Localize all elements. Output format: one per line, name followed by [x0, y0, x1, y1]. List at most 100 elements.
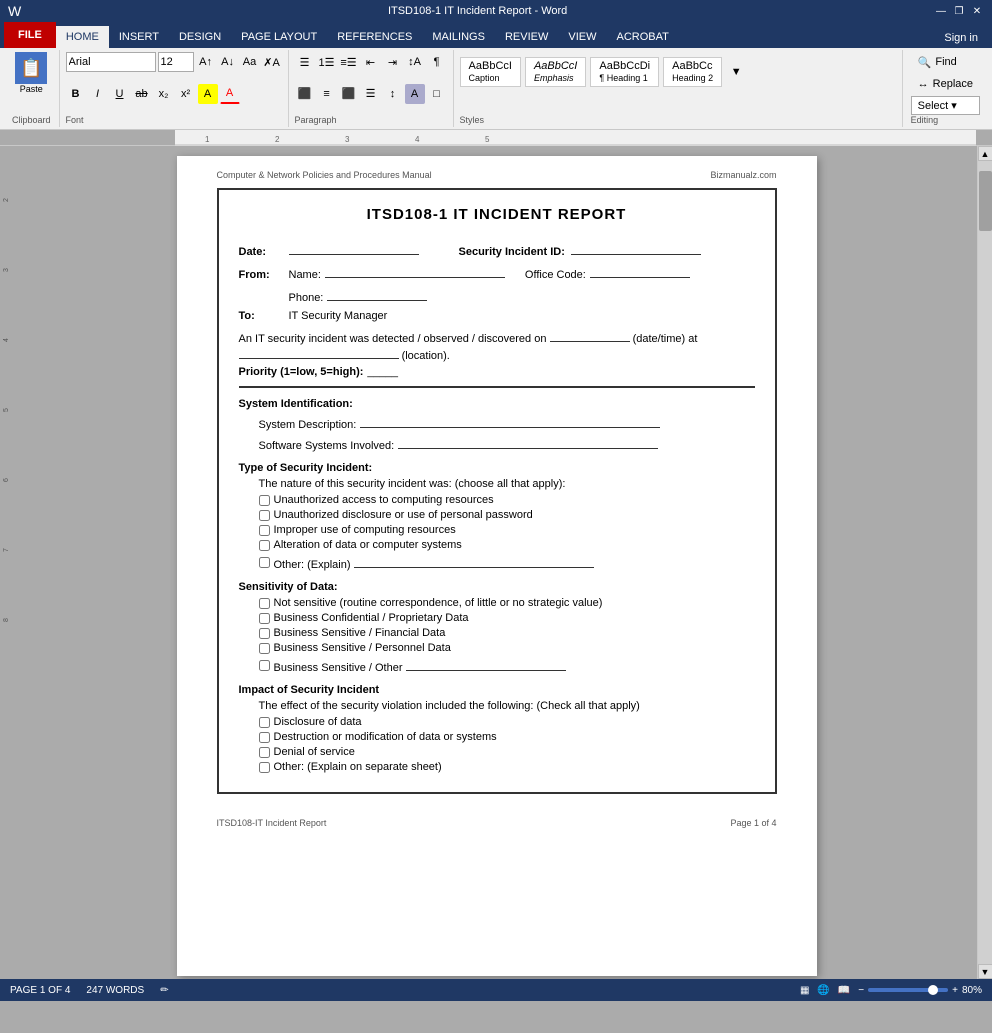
- checkbox-unauthorized-disclosure-input[interactable]: [259, 510, 270, 521]
- tab-acrobat[interactable]: ACROBAT: [606, 26, 678, 48]
- change-case-button[interactable]: Aa: [240, 52, 260, 72]
- multilevel-button[interactable]: ≡☰: [339, 52, 359, 72]
- text-highlight-button[interactable]: A: [198, 84, 218, 104]
- software-field[interactable]: [398, 435, 658, 449]
- scroll-track[interactable]: [978, 161, 992, 964]
- other-sensitive-field[interactable]: [406, 657, 566, 671]
- system-desc-field[interactable]: [360, 414, 660, 428]
- incident-date-field[interactable]: [550, 328, 630, 342]
- border-button[interactable]: □: [427, 84, 447, 104]
- security-id-field[interactable]: [571, 241, 701, 255]
- increase-indent-button[interactable]: ⇥: [383, 52, 403, 72]
- minimize-button[interactable]: —: [934, 4, 948, 18]
- checkbox-business-confidential-input[interactable]: [259, 613, 270, 624]
- strikethrough-button[interactable]: ab: [132, 84, 152, 104]
- checkbox-other-impact-input[interactable]: [259, 762, 270, 773]
- zoom-out-button[interactable]: −: [858, 985, 864, 996]
- increase-font-button[interactable]: A↑: [196, 52, 216, 72]
- close-button[interactable]: ✕: [970, 4, 984, 18]
- checkbox-alteration-input[interactable]: [259, 540, 270, 551]
- checkbox-other-sensitive-input[interactable]: [259, 660, 270, 671]
- subscript-button[interactable]: x₂: [154, 84, 174, 104]
- checkbox-disclosure-input[interactable]: [259, 717, 270, 728]
- phone-field[interactable]: [327, 287, 427, 301]
- line-spacing-button[interactable]: ↕: [383, 84, 403, 104]
- file-tab[interactable]: FILE: [4, 22, 56, 48]
- tab-design[interactable]: DESIGN: [169, 26, 231, 48]
- tab-mailings[interactable]: MAILINGS: [422, 26, 495, 48]
- to-value: IT Security Manager: [289, 310, 388, 322]
- font-name-input[interactable]: [66, 52, 156, 72]
- decrease-font-button[interactable]: A↓: [218, 52, 238, 72]
- view-web-button[interactable]: 🌐: [817, 985, 829, 996]
- superscript-button[interactable]: x²: [176, 84, 196, 104]
- checkbox-denial-input[interactable]: [259, 747, 270, 758]
- styles-more-button[interactable]: ▼: [726, 52, 746, 92]
- numbering-button[interactable]: 1☰: [317, 52, 337, 72]
- office-code-field[interactable]: [590, 264, 690, 278]
- incident-text: An IT security incident was detected / o…: [239, 328, 755, 362]
- incident-location-field[interactable]: [239, 345, 399, 359]
- tab-review[interactable]: REVIEW: [495, 26, 558, 48]
- align-right-button[interactable]: ⬛: [339, 84, 359, 104]
- tab-page-layout[interactable]: PAGE LAYOUT: [231, 26, 327, 48]
- show-marks-button[interactable]: ¶: [427, 52, 447, 72]
- bullets-button[interactable]: ☰: [295, 52, 315, 72]
- restore-button[interactable]: ❐: [952, 4, 966, 18]
- office-code-label: Office Code:: [525, 269, 586, 281]
- paragraph-group-label: Paragraph: [295, 115, 447, 125]
- edit-mode-icon: ✏: [160, 985, 168, 996]
- justify-button[interactable]: ☰: [361, 84, 381, 104]
- phone-label: Phone:: [289, 292, 324, 304]
- underline-button[interactable]: U: [110, 84, 130, 104]
- page-header: Computer & Network Policies and Procedur…: [177, 156, 817, 184]
- zoom-slider[interactable]: [868, 988, 948, 992]
- view-print-button[interactable]: ▦: [800, 985, 809, 996]
- sort-button[interactable]: ↕A: [405, 52, 425, 72]
- style-emphasis[interactable]: AaBbCcI Emphasis: [525, 57, 586, 87]
- date-field[interactable]: [289, 241, 419, 255]
- page-count-status: PAGE 1 OF 4: [10, 985, 70, 996]
- checkbox-financial-input[interactable]: [259, 628, 270, 639]
- tab-view[interactable]: VIEW: [558, 26, 606, 48]
- tab-insert[interactable]: INSERT: [109, 26, 169, 48]
- decrease-indent-button[interactable]: ⇤: [361, 52, 381, 72]
- checkbox-destruction-input[interactable]: [259, 732, 270, 743]
- checkbox-improper-use-input[interactable]: [259, 525, 270, 536]
- checkbox-unauthorized-access: Unauthorized access to computing resourc…: [259, 494, 755, 506]
- scroll-down-button[interactable]: ▼: [978, 964, 992, 979]
- style-heading2[interactable]: AaBbCc Heading 2: [663, 57, 722, 87]
- checkbox-unauthorized-access-input[interactable]: [259, 495, 270, 506]
- tab-references[interactable]: REFERENCES: [327, 26, 422, 48]
- sign-in-button[interactable]: Sign in: [934, 28, 988, 48]
- scroll-thumb[interactable]: [979, 171, 992, 231]
- scroll-up-button[interactable]: ▲: [978, 146, 992, 161]
- align-center-button[interactable]: ≡: [317, 84, 337, 104]
- align-left-button[interactable]: ⬛: [295, 84, 315, 104]
- checkbox-destruction: Destruction or modification of data or s…: [259, 731, 755, 743]
- font-color-button[interactable]: A: [220, 84, 240, 104]
- page-scroll-area[interactable]: Computer & Network Policies and Procedur…: [16, 146, 977, 979]
- checkbox-personnel-input[interactable]: [259, 643, 270, 654]
- select-button[interactable]: Select ▾: [911, 96, 980, 115]
- form-border: ITSD108-1 IT INCIDENT REPORT Date: Secur…: [217, 188, 777, 794]
- other-type-field[interactable]: [354, 554, 594, 568]
- name-field[interactable]: [325, 264, 505, 278]
- style-heading1[interactable]: AaBbCcDi ¶ Heading 1: [590, 57, 659, 87]
- to-label: To:: [239, 310, 289, 322]
- checkbox-other-type-input[interactable]: [259, 557, 270, 568]
- tab-home[interactable]: HOME: [56, 26, 109, 48]
- clear-format-button[interactable]: ✗A: [262, 52, 282, 72]
- italic-button[interactable]: I: [88, 84, 108, 104]
- checkbox-not-sensitive-input[interactable]: [259, 598, 270, 609]
- style-caption[interactable]: AaBbCcI Caption: [460, 57, 521, 87]
- view-read-button[interactable]: 📖: [838, 985, 850, 996]
- vertical-scrollbar[interactable]: ▲ ▼: [977, 146, 992, 979]
- font-size-input[interactable]: [158, 52, 194, 72]
- shading-button[interactable]: A: [405, 84, 425, 104]
- replace-button[interactable]: ↔ Replace: [911, 74, 980, 94]
- paste-button[interactable]: 📋 Paste: [15, 52, 47, 94]
- bold-button[interactable]: B: [66, 84, 86, 104]
- zoom-in-button[interactable]: +: [952, 985, 958, 996]
- find-button[interactable]: 🔍 Find: [911, 52, 980, 72]
